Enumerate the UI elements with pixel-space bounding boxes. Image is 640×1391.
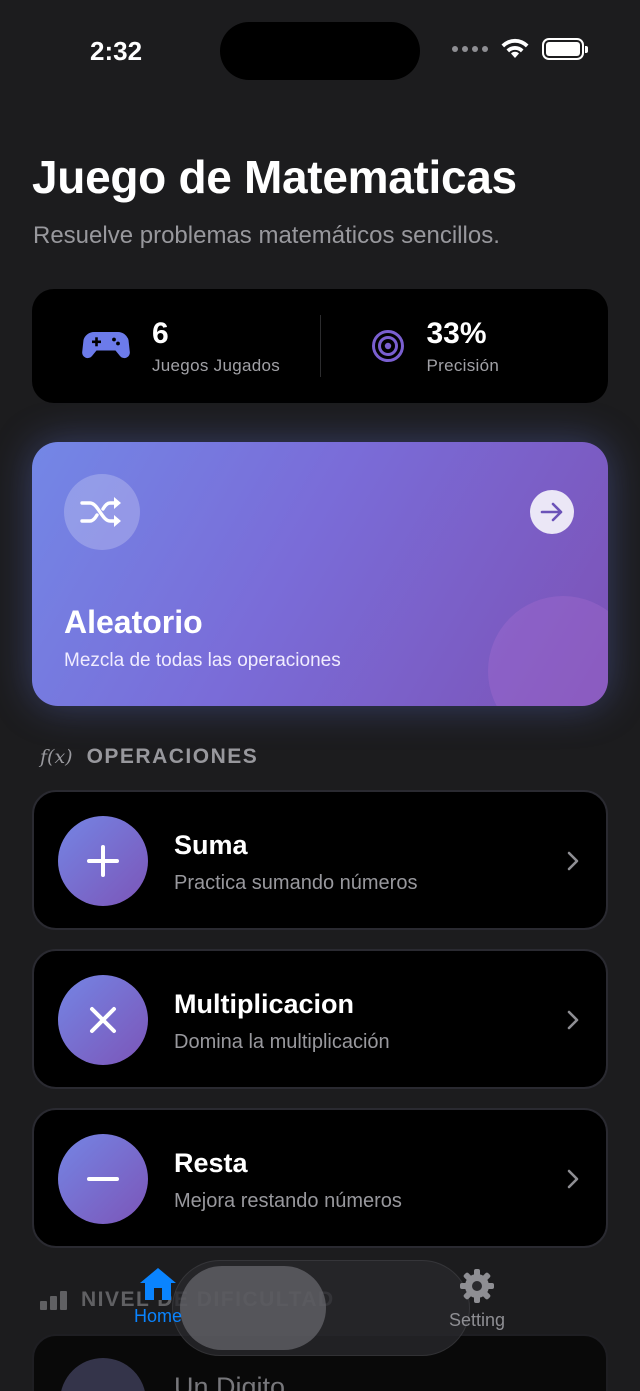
chevron-right-icon (567, 1010, 579, 1030)
start-random-button[interactable] (530, 490, 574, 534)
function-icon: f(x) (40, 746, 73, 768)
chevron-right-icon (567, 1169, 579, 1189)
status-bar: 2:32 (0, 0, 640, 100)
battery-icon (542, 38, 588, 60)
stats-card: 6 Juegos Jugados 33% Precisión (32, 289, 608, 403)
chevron-right-icon (567, 851, 579, 871)
tab-bar: Home Setting (0, 1252, 640, 1391)
tab-home[interactable]: Home (128, 1266, 188, 1327)
multiply-icon (90, 1007, 116, 1033)
games-played-value: 6 (152, 316, 169, 350)
house-icon (140, 1268, 176, 1300)
operation-subtitle: Domina la multiplicación (174, 1031, 390, 1053)
plus-icon (87, 845, 119, 877)
minus-icon (87, 1177, 119, 1181)
page-title: Juego de Matematicas (32, 151, 517, 203)
games-played-label: Juegos Jugados (152, 355, 281, 375)
gear-icon (460, 1269, 494, 1303)
random-card-title: Aleatorio (64, 604, 203, 640)
operation-row-resta[interactable]: Resta Mejora restando números (32, 1108, 608, 1248)
shuffle-icon-container (64, 474, 140, 550)
arrow-right-icon (540, 502, 563, 522)
operation-icon-container (58, 1134, 148, 1224)
target-icon (371, 330, 404, 362)
tab-setting-label: Setting (448, 1310, 506, 1330)
shuffle-icon (80, 497, 121, 527)
wifi-icon (501, 38, 529, 58)
operations-section-header: f(x) OPERACIONES (40, 745, 258, 769)
accuracy-value: 33% (426, 316, 487, 350)
tab-home-label: Home (133, 1306, 182, 1326)
random-mode-card[interactable]: Aleatorio Mezcla de todas las operacione… (32, 442, 608, 706)
operation-subtitle: Practica sumando números (174, 872, 418, 894)
operation-row-suma[interactable]: Suma Practica sumando números (32, 790, 608, 930)
operation-icon-container (58, 816, 148, 906)
stat-accuracy: 33% Precisión (321, 289, 609, 403)
signal-dots-icon (452, 46, 488, 52)
dynamic-island (220, 22, 420, 80)
page-subtitle: Resuelve problemas matemáticos sencillos… (33, 222, 500, 249)
decorative-blob (488, 596, 608, 706)
gamecontroller-icon (82, 332, 130, 359)
random-card-subtitle: Mezcla de todas las operaciones (64, 650, 341, 671)
stat-games-played: 6 Juegos Jugados (32, 289, 320, 403)
tab-selection-thumb (180, 1266, 326, 1350)
operation-icon-container (58, 975, 148, 1065)
operation-title: Suma (174, 830, 248, 860)
tab-setting[interactable]: Setting (440, 1268, 514, 1331)
operations-section-title: OPERACIONES (86, 745, 259, 768)
status-icons (452, 38, 588, 60)
accuracy-label: Precisión (426, 355, 500, 375)
status-time: 2:32 (90, 36, 143, 66)
operation-row-multiplicacion[interactable]: Multiplicacion Domina la multiplicación (32, 949, 608, 1089)
operation-title: Resta (174, 1148, 248, 1178)
operation-subtitle: Mejora restando números (174, 1190, 402, 1212)
operation-title: Multiplicacion (174, 989, 355, 1019)
